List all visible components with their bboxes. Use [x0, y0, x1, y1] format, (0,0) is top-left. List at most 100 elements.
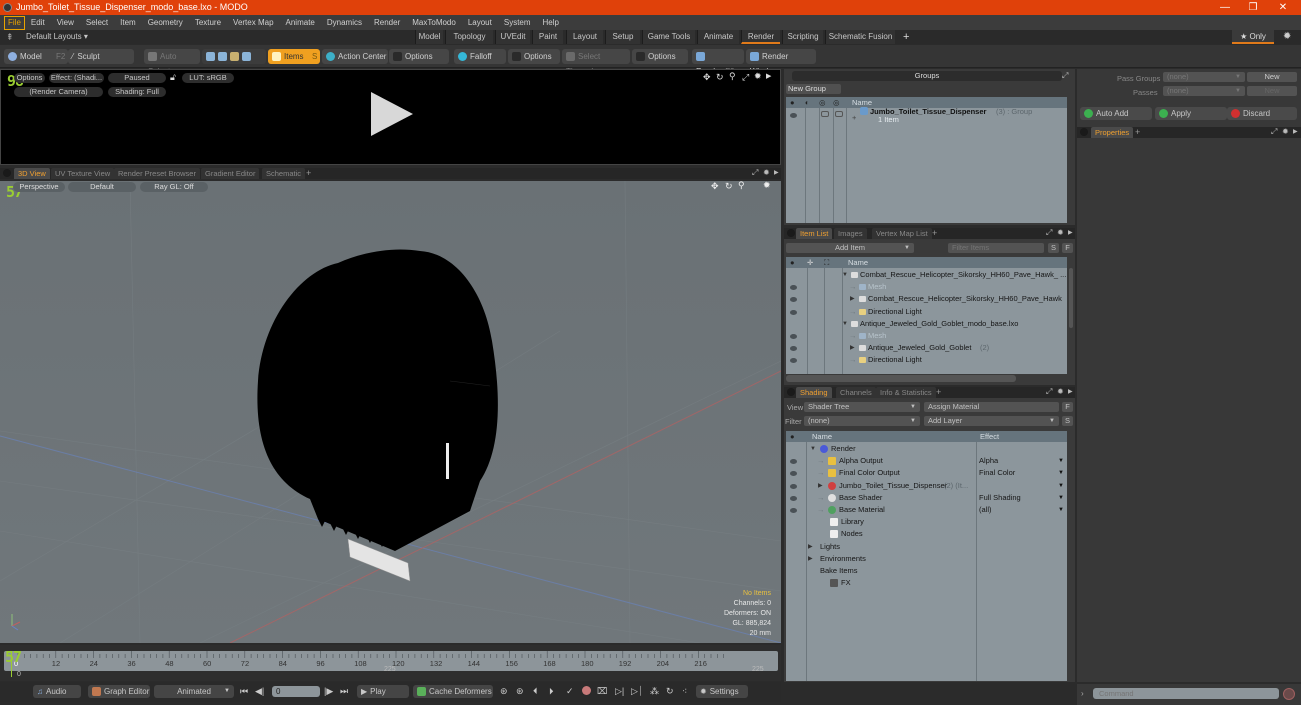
render-window-button[interactable]: Render Window	[746, 49, 816, 76]
pan-icon[interactable]: ✥	[711, 181, 719, 192]
effect-dropdown-icon[interactable]: ▼	[1058, 504, 1064, 516]
minimize-button[interactable]: —	[1210, 0, 1240, 15]
shader-effect-value[interactable]: Full Shading	[979, 492, 1021, 504]
lut-dropdown[interactable]: LUT: sRGB	[182, 73, 234, 83]
zoom-icon[interactable]: ⚲	[738, 181, 745, 191]
pass-groups-dropdown[interactable]: (none) ▼	[1163, 72, 1245, 82]
vertex-mode-icon[interactable]	[206, 52, 215, 62]
projection-dropdown[interactable]: Perspective	[13, 182, 65, 192]
tab-schematic[interactable]: Schematic	[262, 168, 306, 179]
model-mode-button[interactable]: Model F2	[4, 49, 68, 64]
command-input[interactable]	[1093, 688, 1279, 699]
tab-shading[interactable]: Shading	[796, 387, 832, 398]
effect-dropdown-icon[interactable]: ▼	[1058, 480, 1064, 492]
command-history-button[interactable]	[1283, 688, 1295, 700]
lock-icon[interactable]: 🔓︎	[170, 72, 176, 83]
layout-pin-icon[interactable]: ⇞	[6, 30, 14, 44]
shader-tree-row[interactable]: Nodes	[786, 528, 1067, 540]
effect-dropdown[interactable]: Effect: (Shadi...	[49, 73, 104, 83]
shader-tree-row[interactable]: ▶ Lights	[786, 541, 1067, 553]
filter-f-button[interactable]: F	[1062, 243, 1073, 253]
assign-material-button[interactable]: Assign Material	[924, 402, 1059, 412]
eye-icon[interactable]	[790, 459, 797, 465]
pan-icon[interactable]: ✥	[703, 72, 711, 83]
shader-tree-row[interactable]: → Alpha Output Alpha ▼	[786, 455, 1067, 467]
sculpt-button[interactable]: ⁄ Sculpt	[68, 49, 134, 64]
menu-item[interactable]: Item	[114, 15, 142, 30]
render-camera-dropdown[interactable]: (Render Camera)	[14, 87, 103, 97]
frame-input[interactable]: 0	[272, 686, 320, 697]
menu-edit[interactable]: Edit	[25, 15, 51, 30]
tab-render-preset-browser[interactable]: Render Preset Browser	[114, 168, 200, 179]
tab-layout-model[interactable]: Model	[415, 30, 443, 44]
shader-tree-row[interactable]: Bake Items	[786, 565, 1067, 577]
tab-layout-scripting[interactable]: Scripting	[782, 30, 823, 44]
tab-info-statistics[interactable]: Info & Statistics	[876, 387, 936, 398]
eye-icon[interactable]	[790, 346, 797, 352]
shader-tree-row[interactable]: Library	[786, 516, 1067, 528]
tab-layout-setup[interactable]: Setup	[605, 30, 640, 44]
eye-icon[interactable]	[790, 471, 797, 477]
effect-dropdown-icon[interactable]: ▼	[1058, 467, 1064, 479]
viewport-style-dropdown[interactable]: Default	[68, 182, 136, 192]
lock-toggle[interactable]	[821, 111, 829, 117]
list-item[interactable]: → Mesh	[786, 281, 1067, 293]
3d-viewport[interactable]: 57 Perspective Default Ray GL: Off ✥ ↻ ⚲…	[0, 181, 781, 643]
previous-key-icon[interactable]: ◀|	[255, 686, 264, 697]
raygl-toggle[interactable]: Ray GL: Off	[140, 182, 208, 192]
shader-tree-row[interactable]: ▶ Jumbo_Toilet_Tissue_Dispenser (2) (It...…	[786, 480, 1067, 492]
menu-system[interactable]: System	[498, 15, 537, 30]
gear-icon[interactable]: ✹	[1057, 387, 1064, 396]
animated-dropdown[interactable]: Animated ▼	[154, 685, 234, 698]
shader-effect-value[interactable]: Alpha	[979, 455, 998, 467]
maximize-icon[interactable]: ⤢	[752, 168, 758, 178]
select-through-options-button[interactable]: Options	[632, 49, 688, 64]
menu-select[interactable]: Select	[80, 15, 114, 30]
tab-layout-schematic-fusion[interactable]: Schematic Fusion	[825, 30, 895, 44]
shader-effect-column[interactable]: Effect	[980, 431, 999, 442]
menu-vertex-map[interactable]: Vertex Map	[227, 15, 279, 30]
apply-button[interactable]: Apply	[1155, 107, 1227, 120]
effect-dropdown-icon[interactable]: ▼	[1058, 492, 1064, 504]
tab-layout-topology[interactable]: Topology	[445, 30, 493, 44]
auto-select-button[interactable]: Auto Select	[144, 49, 200, 76]
delete-key-icon[interactable]: ⌧	[597, 686, 607, 697]
panel-menu-arrow-icon[interactable]: ▶	[774, 169, 779, 176]
eye-icon[interactable]	[790, 495, 797, 501]
filter-s-button[interactable]: S	[1048, 243, 1059, 253]
zoom-icon[interactable]: ⚲	[729, 71, 736, 82]
visibility-column-icon[interactable]: ●	[790, 431, 795, 442]
panel-menu-arrow-icon[interactable]: ▶	[1068, 388, 1073, 395]
item-name-column[interactable]: Name	[848, 257, 868, 268]
new-group-button[interactable]: New Group	[786, 84, 841, 94]
panel-menu-arrow-icon[interactable]: ▶	[766, 72, 771, 80]
shading-dropdown[interactable]: Shading: Full	[108, 87, 166, 97]
add-tab-button[interactable]: +	[306, 168, 311, 178]
select-through-button[interactable]: Select Through	[562, 49, 630, 76]
expand-icon[interactable]: ▼	[842, 318, 848, 330]
tab-properties[interactable]: Properties	[1091, 127, 1134, 138]
playhead[interactable]	[11, 651, 12, 677]
eye-icon[interactable]	[790, 285, 797, 291]
gear-icon[interactable]: ✹	[763, 181, 771, 191]
list-item[interactable]: → Directional Light	[786, 306, 1067, 318]
go-to-start-icon[interactable]: ⏮	[240, 686, 248, 697]
list-item[interactable]: → Directional Light	[786, 354, 1067, 366]
menu-geometry[interactable]: Geometry	[142, 15, 189, 30]
audio-button[interactable]: ♫ Audio	[33, 685, 81, 698]
gear-icon[interactable]: ✹	[1057, 228, 1064, 237]
tab-uv-texture-view[interactable]: UV Texture View	[51, 168, 115, 179]
select-toggle[interactable]	[835, 111, 843, 117]
items-mode-button[interactable]: Items S	[268, 49, 320, 64]
previous-keyframe-icon[interactable]: ⏴	[533, 686, 538, 697]
list-item[interactable]: ▼ Antique_Jeweled_Gold_Goblet_modo_base.l…	[786, 318, 1067, 330]
type-column-icon[interactable]: ⛶	[824, 257, 829, 268]
menu-texture[interactable]: Texture	[189, 15, 227, 30]
render-column-icon[interactable]: ◐	[805, 97, 810, 108]
tab-layout-game-tools[interactable]: Game Tools	[642, 30, 695, 44]
expand-icon[interactable]: ▶	[850, 342, 855, 354]
shader-tree-row[interactable]: ▶ Environments	[786, 553, 1067, 565]
add-tab-button[interactable]: +	[936, 387, 941, 397]
effect-dropdown-icon[interactable]: ▼	[1058, 455, 1064, 467]
loop-icon[interactable]: ↻	[666, 686, 674, 697]
